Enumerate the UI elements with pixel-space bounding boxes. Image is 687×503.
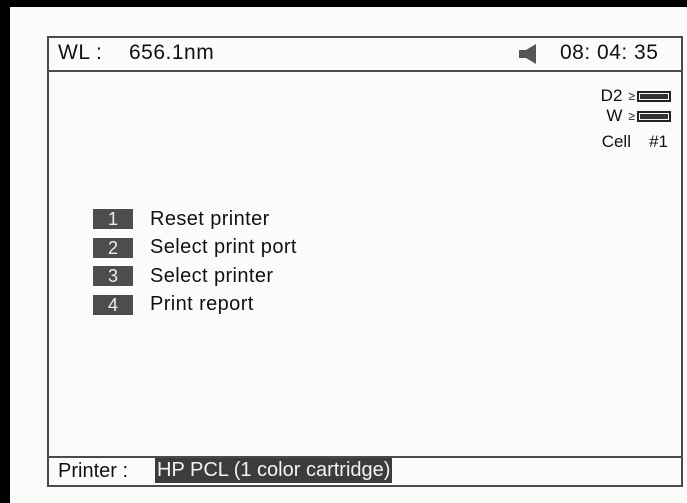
menu-item-number: 4 [93, 294, 133, 315]
lamp-bar-w [637, 110, 671, 122]
menu-item-label: Reset printer [150, 207, 270, 230]
cell-label: Cell [601, 132, 631, 151]
printer-label: Printer : [58, 460, 129, 482]
lamp-level-d2 [640, 93, 668, 99]
menu-item-select-printer[interactable]: 3 Select printer [93, 262, 297, 291]
lamp-row-w: W ≥ [606, 106, 671, 126]
display-panel: WL : 656.1nm 08: 04: 35 D2 ≥ W ≥ Cell #1… [10, 7, 687, 503]
wavelength-label: WL : [58, 41, 103, 64]
clock-time: 08: 04: 35 [560, 41, 659, 64]
footer-bar: Printer : HP PCL (1 color cartridge) [49, 456, 681, 485]
menu-item-print-report[interactable]: 4 Print report [93, 291, 297, 320]
menu-item-reset-printer[interactable]: 1 Reset printer [93, 205, 297, 234]
menu-item-label: Select print port [150, 236, 297, 259]
lamp-name-d2: D2 [600, 86, 623, 105]
menu-item-label: Select printer [150, 264, 274, 287]
selected-printer-value: HP PCL (1 color cartridge) [155, 458, 393, 483]
menu-item-label: Print report [150, 293, 254, 316]
wavelength-value: 656.1nm [129, 41, 215, 64]
lamp-symbol-d2: ≥ [628, 89, 635, 103]
printer-menu: 1 Reset printer 2 Select print port 3 Se… [93, 205, 297, 319]
menu-item-number: 1 [93, 209, 133, 230]
display-frame: WL : 656.1nm 08: 04: 35 D2 ≥ W ≥ Cell #1… [47, 36, 683, 487]
menu-item-select-print-port[interactable]: 2 Select print port [93, 234, 297, 263]
header-bar: WL : 656.1nm 08: 04: 35 [49, 38, 681, 72]
menu-item-number: 3 [93, 266, 133, 287]
lamp-row-d2: D2 ≥ [601, 86, 671, 106]
lamp-symbol-w: ≥ [628, 109, 635, 123]
lamp-name-w: W [606, 106, 623, 125]
menu-item-number: 2 [93, 237, 133, 258]
lamp-level-w [640, 113, 668, 119]
speaker-icon [519, 44, 536, 64]
lamp-bar-d2 [637, 90, 671, 102]
cell-value: #1 [649, 132, 668, 151]
